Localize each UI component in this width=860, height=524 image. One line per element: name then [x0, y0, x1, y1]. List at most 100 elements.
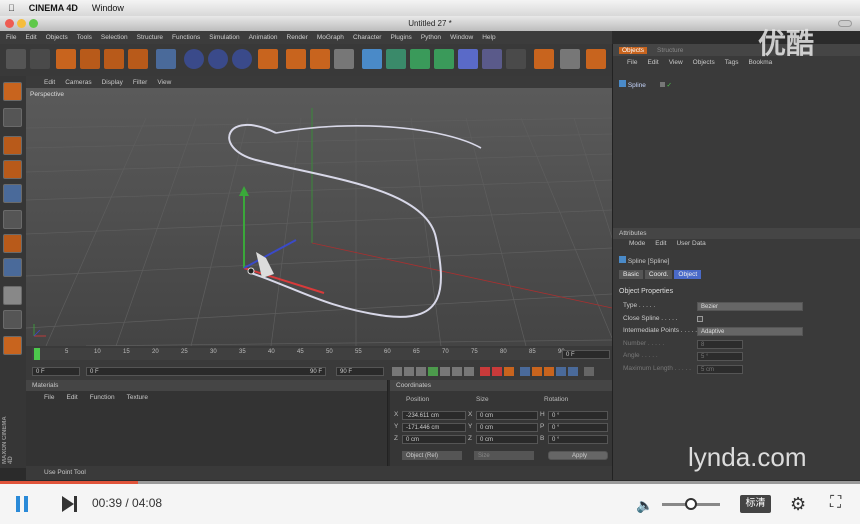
- size-mode-select[interactable]: Size: [474, 451, 534, 460]
- move-icon[interactable]: [80, 49, 100, 69]
- timeline-ruler[interactable]: 051015202530354045505560657075808590: [32, 348, 565, 360]
- viewport-menu-view[interactable]: View: [157, 79, 171, 86]
- play-icon[interactable]: [428, 367, 438, 376]
- menu-structure[interactable]: Structure: [137, 34, 163, 41]
- position-key-icon[interactable]: [520, 367, 530, 376]
- app-menu[interactable]: CINEMA 4D: [29, 3, 78, 13]
- scale-icon[interactable]: [104, 49, 124, 69]
- sculpt-icon[interactable]: [3, 336, 22, 355]
- attr-tab-object[interactable]: Object: [674, 270, 702, 279]
- apply-button[interactable]: Apply: [548, 451, 608, 460]
- menu-tools[interactable]: Tools: [77, 34, 92, 41]
- parameter-key-icon[interactable]: [556, 367, 566, 376]
- materials-menu-texture[interactable]: Texture: [127, 394, 148, 401]
- next-frame-icon[interactable]: [440, 367, 450, 376]
- toolbar-toggle-icon[interactable]: [838, 20, 852, 27]
- attributes-menu-mode[interactable]: Mode: [629, 240, 645, 247]
- minimize-window-icon[interactable]: [17, 19, 26, 28]
- objects-menu-file[interactable]: File: [627, 59, 637, 70]
- cube-icon[interactable]: [362, 49, 382, 69]
- menu-objects[interactable]: Objects: [46, 34, 68, 41]
- live-select-icon[interactable]: [56, 49, 76, 69]
- y-axis-lock-icon[interactable]: [208, 49, 228, 69]
- objects-menu-tags[interactable]: Tags: [725, 59, 739, 70]
- settings-gear-icon[interactable]: ⚙: [790, 494, 806, 515]
- size-field[interactable]: 0 cm: [476, 411, 538, 420]
- attributes-menu-edit[interactable]: Edit: [655, 240, 666, 247]
- menu-python[interactable]: Python: [421, 34, 441, 41]
- menu-animation[interactable]: Animation: [249, 34, 278, 41]
- menu-edit[interactable]: Edit: [25, 34, 36, 41]
- menu-simulation[interactable]: Simulation: [209, 34, 239, 41]
- close-spline-checkbox[interactable]: [697, 315, 703, 322]
- render-view-icon[interactable]: [286, 49, 306, 69]
- preview-range-bar[interactable]: 0 F 90 F: [86, 367, 326, 376]
- current-frame-field[interactable]: 0 F: [562, 350, 610, 359]
- menu-mograph[interactable]: MoGraph: [317, 34, 344, 41]
- size-field[interactable]: 0 cm: [476, 435, 538, 444]
- rotation-key-icon[interactable]: [544, 367, 554, 376]
- pause-icon[interactable]: [16, 496, 20, 512]
- attr-tab-basic[interactable]: Basic: [619, 270, 643, 279]
- next-icon[interactable]: [62, 496, 74, 512]
- viewport-menu-edit[interactable]: Edit: [44, 79, 55, 86]
- objects-menu-objects[interactable]: Objects: [693, 59, 715, 70]
- viewport-menu-filter[interactable]: Filter: [133, 79, 147, 86]
- object-mode-icon[interactable]: [3, 108, 22, 127]
- enabled-check-icon[interactable]: ✓: [667, 82, 672, 89]
- z-axis-lock-icon[interactable]: [232, 49, 252, 69]
- undo-icon[interactable]: [6, 49, 26, 69]
- edges-mode-icon[interactable]: [3, 160, 22, 179]
- prop-value-field[interactable]: 5 cm: [697, 364, 743, 374]
- prop-value-field[interactable]: Adaptive: [697, 327, 803, 336]
- window-menu[interactable]: Window: [92, 3, 124, 13]
- render-settings-icon[interactable]: [334, 49, 354, 69]
- zoom-window-icon[interactable]: [29, 19, 38, 28]
- prev-key-icon[interactable]: [404, 367, 414, 376]
- materials-menu-function[interactable]: Function: [90, 394, 115, 401]
- prop-value-field[interactable]: Bezier: [697, 302, 803, 311]
- attributes-menu-user-data[interactable]: User Data: [676, 240, 705, 247]
- visibility-dot-icon[interactable]: [659, 82, 665, 87]
- light-icon[interactable]: [534, 49, 554, 69]
- rotation-field[interactable]: 0 °: [548, 411, 608, 420]
- viewport-menu-cameras[interactable]: Cameras: [65, 79, 91, 86]
- prop-value-field[interactable]: 5 °: [697, 352, 743, 361]
- render-picture-viewer-icon[interactable]: [310, 49, 330, 69]
- camera-icon[interactable]: [506, 49, 526, 69]
- workplane-icon[interactable]: [3, 310, 22, 329]
- go-start-icon[interactable]: [392, 367, 402, 376]
- menu-window[interactable]: Window: [450, 34, 473, 41]
- deformer-icon[interactable]: [458, 49, 478, 69]
- objects-menu-view[interactable]: View: [669, 59, 683, 70]
- scene-icon[interactable]: [482, 49, 502, 69]
- attr-tab-coord[interactable]: Coord.: [644, 270, 673, 279]
- viewport-menu-display[interactable]: Display: [102, 79, 123, 86]
- autokey-icon[interactable]: [492, 367, 502, 376]
- materials-menu-file[interactable]: File: [44, 394, 54, 401]
- menu-render[interactable]: Render: [287, 34, 308, 41]
- tab-objects[interactable]: Objects: [619, 46, 648, 54]
- menu-selection[interactable]: Selection: [101, 34, 128, 41]
- start-frame-field[interactable]: 0 F: [32, 367, 80, 376]
- menu-functions[interactable]: Functions: [172, 34, 200, 41]
- uv-mode-icon[interactable]: [3, 210, 22, 229]
- materials-menu-edit[interactable]: Edit: [66, 394, 77, 401]
- snap-icon[interactable]: [3, 286, 22, 305]
- playhead[interactable]: [34, 348, 40, 360]
- rotation-field[interactable]: 0 °: [548, 423, 608, 432]
- apple-icon[interactable]: : [8, 3, 15, 13]
- volume-icon[interactable]: 🔈: [636, 497, 653, 514]
- x-axis-lock-icon[interactable]: [184, 49, 204, 69]
- rotate-icon[interactable]: [128, 49, 148, 69]
- array-icon[interactable]: [434, 49, 454, 69]
- rotation-field[interactable]: 0 °: [548, 435, 608, 444]
- model-mode-icon[interactable]: [3, 82, 22, 101]
- position-field[interactable]: 0 cm: [402, 435, 466, 444]
- layout-icon[interactable]: [560, 49, 580, 69]
- layout-switch-icon[interactable]: [586, 49, 606, 69]
- polygons-mode-icon[interactable]: [3, 184, 22, 203]
- axis-mode-icon[interactable]: [3, 234, 22, 253]
- close-window-icon[interactable]: [5, 19, 14, 28]
- size-field[interactable]: 0 cm: [476, 423, 538, 432]
